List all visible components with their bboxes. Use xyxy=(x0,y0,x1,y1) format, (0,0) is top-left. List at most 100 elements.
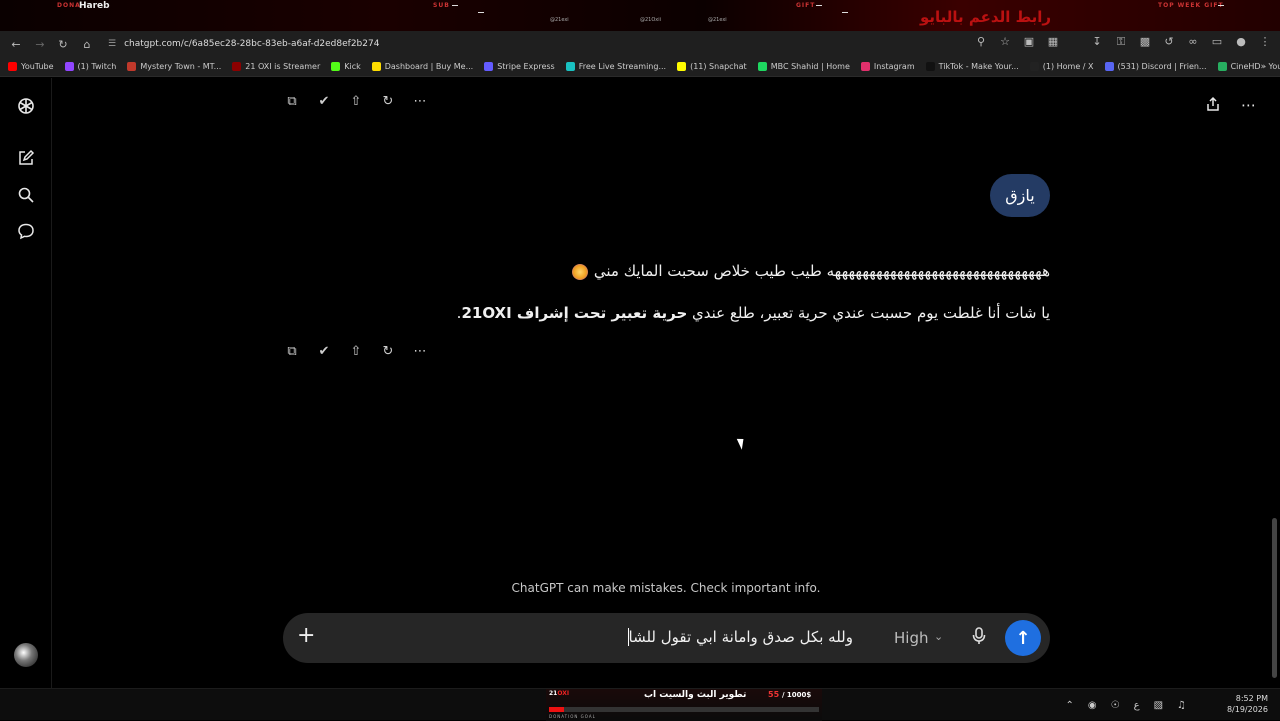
bookmark-favicon-icon xyxy=(1217,62,1227,71)
chevron-down-icon[interactable]: ⌄ xyxy=(934,630,943,643)
donation-goal-widget: 21OXI تطوير البث والسيت اب 55 / 1000$ DO… xyxy=(546,689,822,721)
bookmark-item[interactable]: Mystery Town - MT... xyxy=(127,62,221,71)
browser-toolbar: ← → ↻ ⌂ ☰ chatgpt.com/c/6a85ec28-28bc-83… xyxy=(0,31,1280,57)
message-actions: ⧉ ✔ ⇧ ↻ ⋯ xyxy=(283,342,429,360)
bookmark-item[interactable]: CineHD - Your Ultim... xyxy=(1217,62,1280,71)
bookmark-item[interactable]: (11) Snapchat xyxy=(677,62,747,71)
network-icon[interactable]: ▧ xyxy=(1154,700,1163,711)
reload-icon[interactable]: ↻ xyxy=(53,34,73,54)
bookmarks-overflow-icon[interactable]: » xyxy=(1260,62,1266,72)
bookmark-item[interactable]: (531) Discord | Frien... xyxy=(1104,62,1207,71)
regenerate-icon[interactable]: ↻ xyxy=(379,342,397,360)
bookmark-item[interactable]: YouTube xyxy=(8,62,54,71)
search-icon[interactable] xyxy=(16,185,36,205)
user-message-bubble: يازق xyxy=(990,174,1050,217)
menu-icon[interactable]: ⋮ xyxy=(1258,35,1272,49)
share-icon[interactable] xyxy=(1205,96,1221,116)
copy-icon[interactable]: ⧉ xyxy=(283,342,301,360)
share-message-icon[interactable]: ⇧ xyxy=(347,342,365,360)
bookmark-label: YouTube xyxy=(21,62,54,71)
assistant-reply-line2: يا شات أنا غلطت يوم حسبت عندي حرية تعبير… xyxy=(350,304,1050,322)
taskbar: 21OXI تطوير البث والسيت اب 55 / 1000$ DO… xyxy=(0,688,1280,721)
volume-icon[interactable]: ♫ xyxy=(1177,700,1186,711)
bookmark-star-icon[interactable]: ☆ xyxy=(998,35,1012,49)
address-bar[interactable]: ☰ chatgpt.com/c/6a85ec28-28bc-83eb-a6af-… xyxy=(108,33,1008,54)
bookmark-item[interactable]: Dashboard | Buy Me... xyxy=(371,62,473,71)
bookmark-label: (1) Home / X xyxy=(1042,62,1094,71)
bookmark-favicon-icon xyxy=(8,62,17,71)
extensions-icon[interactable]: ▦ xyxy=(1046,35,1060,49)
message-actions-top: ⧉ ✔ ⇧ ↻ ⋯ xyxy=(283,92,429,110)
thumbs-feedback-icon[interactable]: ✔ xyxy=(315,92,333,110)
goal-title: تطوير البث والسيت اب xyxy=(644,690,747,700)
profile-icon[interactable]: ● xyxy=(1234,35,1248,49)
bookmark-label: Kick xyxy=(344,62,361,71)
extension-icon-1[interactable]: ▣ xyxy=(1022,35,1036,49)
system-tray: ⌃ ◉ ☉ ع ▧ ♫ xyxy=(1066,689,1200,721)
tray-mic-icon[interactable]: ☉ xyxy=(1111,700,1120,711)
wallet-icon[interactable]: ▭ xyxy=(1210,35,1224,49)
bookmark-favicon-icon xyxy=(127,62,137,71)
bookmark-label: CineHD - Your Ultim... xyxy=(1230,62,1280,71)
regenerate-icon[interactable]: ↻ xyxy=(379,92,397,110)
home-icon[interactable]: ⌂ xyxy=(77,34,97,54)
sub-tag: SUB xyxy=(433,2,450,9)
openai-logo-icon[interactable] xyxy=(16,96,36,116)
link-icon[interactable]: ∞ xyxy=(1186,35,1200,49)
bookmark-favicon-icon xyxy=(860,62,870,71)
clock-date: 8/19/2026 xyxy=(1226,705,1268,714)
history-icon[interactable]: ↺ xyxy=(1162,35,1176,49)
zoom-icon[interactable]: ⚲ xyxy=(974,35,988,49)
more-message-icon[interactable]: ⋯ xyxy=(411,342,429,360)
instagram-handle: @21exi xyxy=(550,17,569,23)
thumbs-feedback-icon[interactable]: ✔ xyxy=(315,342,333,360)
new-chat-icon[interactable] xyxy=(16,148,36,168)
tray-app-icon[interactable]: ◉ xyxy=(1088,700,1097,711)
share-message-icon[interactable]: ⇧ xyxy=(347,92,365,110)
stream-overlay: DONA Hareb SUB @21exi @21Oxii @21exi GIF… xyxy=(0,0,1280,31)
site-info-icon[interactable]: ☰ xyxy=(108,39,116,49)
system-clock[interactable]: 8:52 PM 8/19/2026 xyxy=(1227,693,1268,715)
message-composer[interactable]: + ولله بكل صدق وامانة ابي تقول للشا High… xyxy=(283,613,1050,663)
user-avatar[interactable] xyxy=(14,643,38,667)
back-icon[interactable]: ← xyxy=(6,34,26,54)
send-button[interactable]: ↑ xyxy=(1005,620,1041,656)
bookmark-item[interactable]: Instagram xyxy=(860,62,915,71)
bookmark-item[interactable]: (1) Twitch xyxy=(64,62,116,71)
tray-chevron-up-icon[interactable]: ⌃ xyxy=(1066,700,1074,711)
bookmark-label: Stripe Express xyxy=(497,62,555,71)
bookmark-item[interactable]: Free Live Streaming... xyxy=(565,62,666,71)
input-language[interactable]: ع xyxy=(1134,700,1140,711)
attach-plus-icon[interactable]: + xyxy=(297,625,315,647)
donation-tag: DONA xyxy=(57,2,81,9)
model-selector[interactable]: High xyxy=(894,629,928,647)
bookmark-favicon-icon xyxy=(1104,62,1114,71)
disclaimer-text: ChatGPT can make mistakes. Check importa… xyxy=(511,581,821,595)
bookmark-item[interactable]: (1) Home / X xyxy=(1029,62,1094,71)
more-message-icon[interactable]: ⋯ xyxy=(411,92,429,110)
url-text: chatgpt.com/c/6a85ec28-28bc-83eb-a6af-d2… xyxy=(124,38,380,49)
more-options-icon[interactable]: ⋯ xyxy=(1241,96,1256,116)
bookmark-item[interactable]: MBC Shahid | Home xyxy=(757,62,850,71)
bookmark-item[interactable]: TikTok - Make Your... xyxy=(925,62,1019,71)
composer-input[interactable]: ولله بكل صدق وامانة ابي تقول للشا xyxy=(333,628,853,646)
bookmark-item[interactable]: Stripe Express xyxy=(484,62,555,71)
microphone-icon[interactable] xyxy=(972,627,986,649)
copy-icon[interactable]: ⧉ xyxy=(283,92,301,110)
download-icon[interactable]: ↧ xyxy=(1090,35,1104,49)
chat-app: ⋯ ⧉ ✔ ⇧ ↻ ⋯ يازق ههههههههههههههههههههههه… xyxy=(0,78,1280,688)
bookmark-favicon-icon xyxy=(484,62,494,71)
snap-handle: @21Oxii xyxy=(640,17,662,23)
scrollbar[interactable] xyxy=(1272,518,1277,678)
forward-icon[interactable]: → xyxy=(30,34,50,54)
password-icon[interactable]: ⚿ xyxy=(1114,35,1128,49)
assistant-reply-line1: هههههههههههههههههههههههههههههههه طيب طيب… xyxy=(350,262,1050,280)
bookmark-label: (531) Discord | Frien... xyxy=(1117,62,1207,71)
reply-line1-text: هههههههههههههههههههههههههههههههه طيب طيب… xyxy=(593,262,1050,280)
goal-count: 55 / 1000$ xyxy=(768,690,812,699)
bookmark-item[interactable]: Kick xyxy=(331,62,361,71)
translate-icon[interactable]: ▩ xyxy=(1138,35,1152,49)
bookmark-item[interactable]: 21 OXI is Streamer xyxy=(232,62,320,71)
bookmark-favicon-icon xyxy=(677,62,687,71)
chat-bubble-icon[interactable] xyxy=(16,221,36,241)
